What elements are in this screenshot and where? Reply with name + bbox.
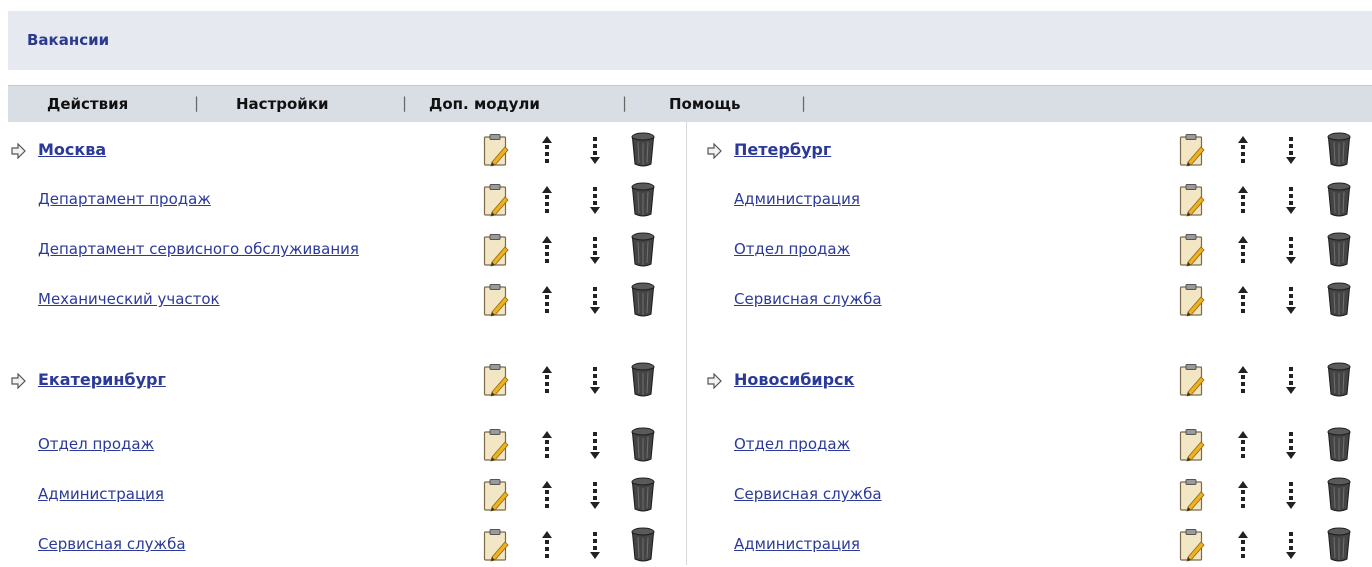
edit-icon[interactable] bbox=[1179, 478, 1205, 512]
menu-bar: Действия | Настройки | Доп. модули | Пом… bbox=[8, 85, 1372, 122]
department-link[interactable]: Администрация bbox=[38, 485, 164, 503]
delete-icon[interactable] bbox=[1326, 477, 1352, 513]
move-up-icon[interactable] bbox=[1236, 430, 1250, 460]
edit-icon[interactable] bbox=[483, 133, 509, 167]
city-link[interactable]: Москва bbox=[38, 140, 106, 159]
edit-icon[interactable] bbox=[483, 428, 509, 462]
move-down-icon[interactable] bbox=[588, 430, 602, 460]
edit-icon[interactable] bbox=[483, 233, 509, 267]
delete-icon[interactable] bbox=[630, 362, 656, 398]
edit-icon[interactable] bbox=[1179, 363, 1205, 397]
department-link[interactable]: Отдел продаж bbox=[734, 240, 850, 258]
move-up-icon[interactable] bbox=[1236, 285, 1250, 315]
move-down-icon[interactable] bbox=[1284, 135, 1298, 165]
move-down-icon[interactable] bbox=[588, 480, 602, 510]
delete-icon[interactable] bbox=[1326, 282, 1352, 318]
city-link[interactable]: Екатеринбург bbox=[38, 370, 166, 389]
delete-icon[interactable] bbox=[1326, 362, 1352, 398]
menu-separator: | bbox=[801, 94, 807, 112]
edit-icon[interactable] bbox=[1179, 528, 1205, 562]
edit-icon[interactable] bbox=[1179, 283, 1205, 317]
delete-icon[interactable] bbox=[1326, 527, 1352, 563]
move-up-icon[interactable] bbox=[1236, 365, 1250, 395]
title-bar: Вакансии bbox=[8, 11, 1372, 70]
department-link[interactable]: Отдел продаж bbox=[38, 435, 154, 453]
move-down-icon[interactable] bbox=[588, 365, 602, 395]
move-up-icon[interactable] bbox=[540, 135, 554, 165]
move-down-icon[interactable] bbox=[1284, 235, 1298, 265]
move-up-icon[interactable] bbox=[1236, 185, 1250, 215]
move-down-icon[interactable] bbox=[588, 285, 602, 315]
edit-icon[interactable] bbox=[1179, 183, 1205, 217]
menu-actions[interactable]: Действия bbox=[47, 95, 128, 113]
move-up-icon[interactable] bbox=[540, 480, 554, 510]
page-title: Вакансии bbox=[27, 31, 110, 49]
department-link[interactable]: Департамент сервисного обслуживания bbox=[38, 240, 359, 258]
arrow-right-icon bbox=[706, 142, 722, 160]
arrow-right-icon bbox=[10, 372, 26, 390]
move-up-icon[interactable] bbox=[540, 285, 554, 315]
edit-icon[interactable] bbox=[483, 283, 509, 317]
menu-modules[interactable]: Доп. модули bbox=[429, 95, 540, 113]
department-link[interactable]: Сервисная служба bbox=[734, 290, 882, 308]
move-up-icon[interactable] bbox=[1236, 480, 1250, 510]
edit-icon[interactable] bbox=[1179, 428, 1205, 462]
move-down-icon[interactable] bbox=[588, 235, 602, 265]
department-link[interactable]: Механический участок bbox=[38, 290, 220, 308]
edit-icon[interactable] bbox=[483, 478, 509, 512]
move-down-icon[interactable] bbox=[1284, 185, 1298, 215]
menu-settings[interactable]: Настройки bbox=[236, 95, 329, 113]
delete-icon[interactable] bbox=[630, 527, 656, 563]
delete-icon[interactable] bbox=[1326, 182, 1352, 218]
delete-icon[interactable] bbox=[630, 477, 656, 513]
menu-separator: | bbox=[402, 94, 408, 112]
city-link[interactable]: Новосибирск bbox=[734, 370, 854, 389]
edit-icon[interactable] bbox=[483, 363, 509, 397]
move-down-icon[interactable] bbox=[1284, 365, 1298, 395]
move-up-icon[interactable] bbox=[540, 365, 554, 395]
department-link[interactable]: Сервисная служба bbox=[734, 485, 882, 503]
delete-icon[interactable] bbox=[630, 232, 656, 268]
delete-icon[interactable] bbox=[1326, 132, 1352, 168]
city-link[interactable]: Петербург bbox=[734, 140, 831, 159]
move-down-icon[interactable] bbox=[1284, 480, 1298, 510]
arrow-right-icon bbox=[706, 372, 722, 390]
move-up-icon[interactable] bbox=[540, 430, 554, 460]
menu-separator: | bbox=[194, 94, 200, 112]
delete-icon[interactable] bbox=[630, 182, 656, 218]
move-down-icon[interactable] bbox=[1284, 285, 1298, 315]
edit-icon[interactable] bbox=[483, 528, 509, 562]
move-down-icon[interactable] bbox=[588, 185, 602, 215]
department-link[interactable]: Администрация bbox=[734, 535, 860, 553]
menu-help[interactable]: Помощь bbox=[669, 95, 741, 113]
move-down-icon[interactable] bbox=[588, 530, 602, 560]
delete-icon[interactable] bbox=[630, 427, 656, 463]
delete-icon[interactable] bbox=[1326, 427, 1352, 463]
move-up-icon[interactable] bbox=[540, 530, 554, 560]
move-up-icon[interactable] bbox=[1236, 530, 1250, 560]
department-link[interactable]: Сервисная служба bbox=[38, 535, 186, 553]
move-down-icon[interactable] bbox=[1284, 530, 1298, 560]
move-up-icon[interactable] bbox=[1236, 135, 1250, 165]
move-up-icon[interactable] bbox=[1236, 235, 1250, 265]
delete-icon[interactable] bbox=[630, 132, 656, 168]
move-down-icon[interactable] bbox=[1284, 430, 1298, 460]
move-down-icon[interactable] bbox=[588, 135, 602, 165]
edit-icon[interactable] bbox=[1179, 133, 1205, 167]
edit-icon[interactable] bbox=[1179, 233, 1205, 267]
column-divider bbox=[686, 122, 687, 565]
menu-separator: | bbox=[622, 94, 628, 112]
delete-icon[interactable] bbox=[630, 282, 656, 318]
department-link[interactable]: Отдел продаж bbox=[734, 435, 850, 453]
delete-icon[interactable] bbox=[1326, 232, 1352, 268]
move-up-icon[interactable] bbox=[540, 185, 554, 215]
move-up-icon[interactable] bbox=[540, 235, 554, 265]
edit-icon[interactable] bbox=[483, 183, 509, 217]
department-link[interactable]: Департамент продаж bbox=[38, 190, 211, 208]
arrow-right-icon bbox=[10, 142, 26, 160]
department-link[interactable]: Администрация bbox=[734, 190, 860, 208]
